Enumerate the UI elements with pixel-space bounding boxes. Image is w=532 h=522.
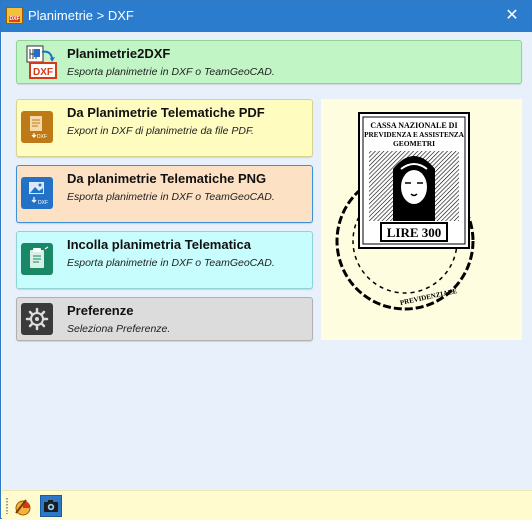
pdf-to-dxf-button[interactable]: DXF Da Planimetrie Telematiche PDF Expor… <box>16 99 313 157</box>
title-bar: DXF Planimetrie > DXF ✕ <box>1 1 531 32</box>
card-subtitle: Esporta planimetrie in DXF o TeamGeoCAD. <box>67 66 275 78</box>
stamp-line-2: PREVIDENZA E ASSISTENZA <box>364 131 465 139</box>
png-to-dxf-icon: DXF <box>21 177 53 209</box>
app-icon: DXF <box>6 7 23 24</box>
camera-button[interactable] <box>40 495 62 517</box>
stamp-image-panel: CASSA NAZIONALE DI PREVIDENZA E ASSISTEN… <box>321 99 522 340</box>
stamp-value: LIRE 300 <box>387 225 442 240</box>
close-icon: ✕ <box>505 7 519 24</box>
window: DXF Planimetrie > DXF ✕ DXF Planimetrie2… <box>0 0 532 520</box>
stamp-image: CASSA NAZIONALE DI PREVIDENZA E ASSISTEN… <box>335 112 475 311</box>
svg-text:DXF: DXF <box>38 200 48 206</box>
card-subtitle: Esporta planimetrie in DXF o TeamGeoCAD. <box>67 257 275 269</box>
paste-telematic-button[interactable]: Incolla planimetria Telematica Esporta p… <box>16 231 313 289</box>
svg-text:DXF: DXF <box>37 134 47 140</box>
stamp-line-3: GEOMETRI <box>393 139 435 148</box>
pen-chart-icon <box>15 499 31 516</box>
card-subtitle: Export in DXF di planimetrie da file PDF… <box>67 125 254 137</box>
card-title: Da Planimetrie Telematiche PDF <box>67 105 265 120</box>
pdf-to-dxf-icon: DXF <box>21 111 53 143</box>
toolbar-grip[interactable] <box>6 498 8 514</box>
clipboard-paste-icon <box>21 243 53 275</box>
planimetrie2dxf-button[interactable]: DXF Planimetrie2DXF Esporta planimetrie … <box>16 40 522 84</box>
close-button[interactable]: ✕ <box>501 5 523 27</box>
camera-icon <box>44 500 58 512</box>
card-title: Preferenze <box>67 303 134 318</box>
card-title: Planimetrie2DXF <box>67 46 171 61</box>
planimetrie2dxf-icon: DXF <box>26 45 57 79</box>
svg-text:DXF: DXF <box>33 67 53 78</box>
stamp-line-1: CASSA NAZIONALE DI <box>370 121 457 130</box>
pen-chart-button[interactable] <box>12 495 34 517</box>
card-subtitle: Seleziona Preferenze. <box>67 323 171 335</box>
window-title: Planimetrie > DXF <box>28 8 134 23</box>
status-bar <box>2 490 532 520</box>
card-subtitle: Esporta planimetrie in DXF o TeamGeoCAD. <box>67 191 275 203</box>
preferences-button[interactable]: Preferenze Seleziona Preferenze. <box>16 297 313 341</box>
png-to-dxf-button[interactable]: DXF Da planimetrie Telematiche PNG Espor… <box>16 165 313 223</box>
app-icon-label: DXF <box>9 16 20 22</box>
gear-icon <box>21 303 53 335</box>
card-title: Da planimetrie Telematiche PNG <box>67 171 267 186</box>
card-title: Incolla planimetria Telematica <box>67 237 251 252</box>
content-area: DXF Planimetrie2DXF Esporta planimetrie … <box>2 32 532 490</box>
